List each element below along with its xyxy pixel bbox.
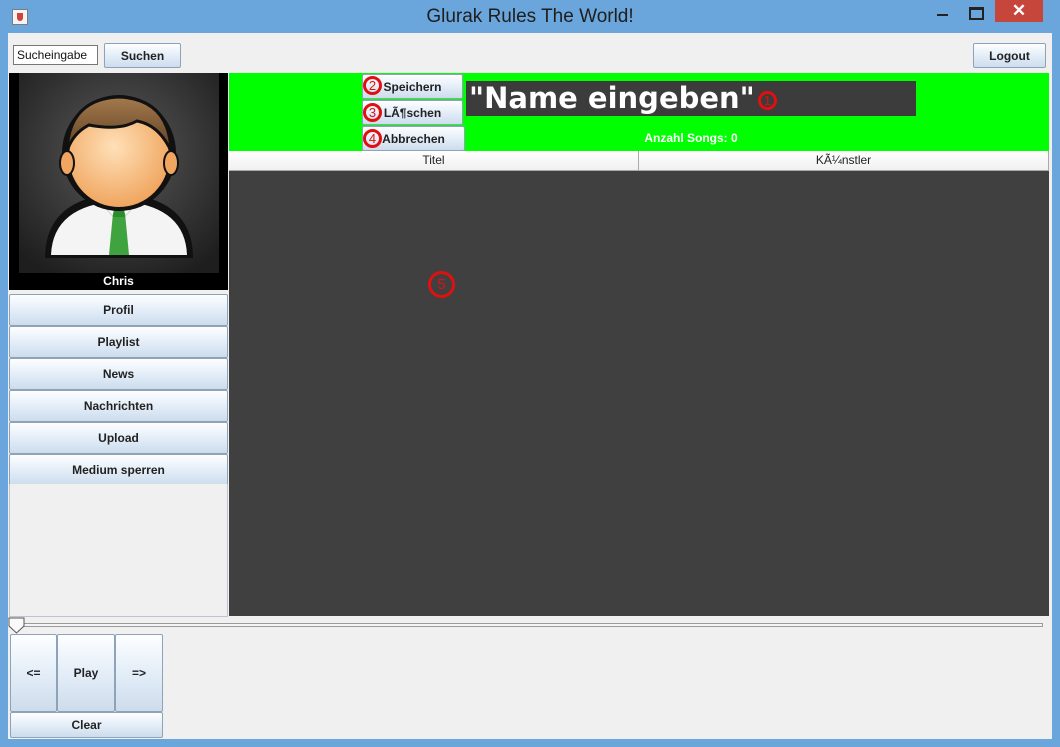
sidebar-item-nachrichten[interactable]: Nachrichten xyxy=(9,390,228,422)
app-window: Glurak Rules The World! ✕ Suchen Logout xyxy=(0,0,1060,747)
songs-table-header: Titel KÃ¼nstler xyxy=(229,151,1049,171)
playback-slider-track[interactable] xyxy=(11,623,1043,627)
maximize-button[interactable] xyxy=(960,0,992,21)
annotation-marker-1: 1 xyxy=(758,91,777,110)
minimize-button[interactable] xyxy=(930,0,956,21)
user-avatar-icon xyxy=(19,73,219,273)
sidebar-item-upload[interactable]: Upload xyxy=(9,422,228,454)
title-bar[interactable]: Glurak Rules The World! ✕ xyxy=(0,0,1060,33)
annotation-marker-3: 3 xyxy=(363,103,382,122)
column-header-titel[interactable]: Titel xyxy=(229,151,639,170)
playlist-header: Speichern LÃ¶schen Abbrechen "Name einge… xyxy=(229,73,1049,151)
search-input[interactable] xyxy=(13,45,98,65)
sidebar-item-news[interactable]: News xyxy=(9,358,228,390)
previous-button[interactable]: <= xyxy=(10,634,57,712)
profile-name: Chris xyxy=(103,274,134,288)
playlist-name-field[interactable]: "Name eingeben" xyxy=(466,81,916,116)
search-button[interactable]: Suchen xyxy=(104,43,181,68)
songs-table-body[interactable]: 5 xyxy=(229,171,1049,616)
next-button[interactable]: => xyxy=(115,634,163,712)
clear-button[interactable]: Clear xyxy=(10,712,163,738)
sidebar-item-profil[interactable]: Profil xyxy=(9,294,228,326)
window-title: Glurak Rules The World! xyxy=(426,6,634,27)
sidebar-item-playlist[interactable]: Playlist xyxy=(9,326,228,358)
playback-slider-thumb[interactable] xyxy=(8,617,26,635)
song-count-label: Anzahl Songs: 0 xyxy=(644,131,738,145)
play-button[interactable]: Play xyxy=(57,634,115,712)
annotation-marker-2: 2 xyxy=(363,76,382,95)
column-header-kuenstler[interactable]: KÃ¼nstler xyxy=(639,151,1049,170)
client-area: Suchen Logout xyxy=(8,33,1052,739)
close-button[interactable]: ✕ xyxy=(995,0,1043,22)
sidebar-empty-area xyxy=(9,484,228,617)
annotation-marker-5: 5 xyxy=(428,271,455,298)
profile-panel: Chris xyxy=(9,73,228,290)
sidebar-item-medium-sperren[interactable]: Medium sperren xyxy=(9,454,228,486)
annotation-marker-4: 4 xyxy=(363,129,382,148)
logout-button[interactable]: Logout xyxy=(973,43,1046,68)
